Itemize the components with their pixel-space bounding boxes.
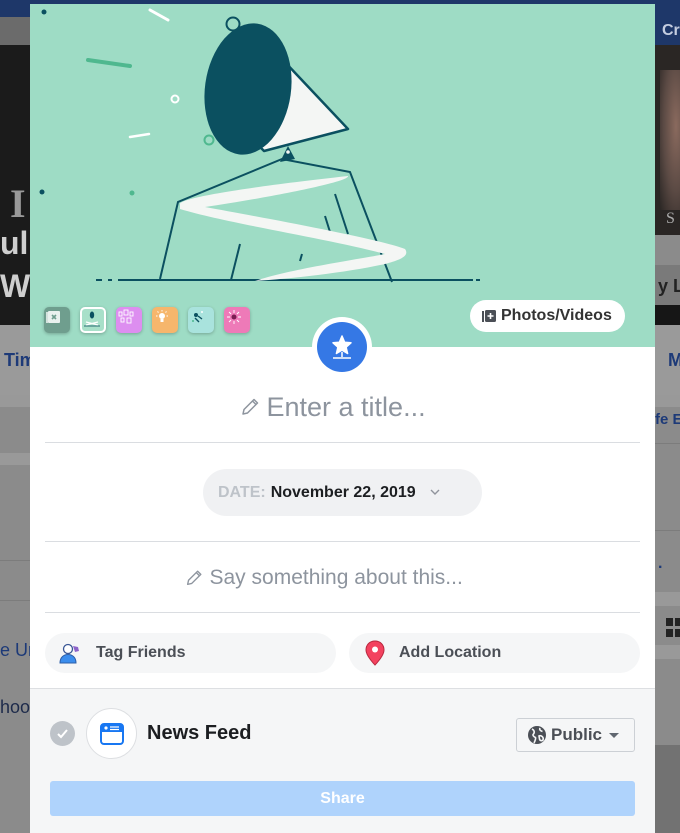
confetti-dot [41, 9, 47, 15]
confetti-ring [203, 134, 215, 146]
life-event-badge [312, 317, 372, 377]
grid-icon [666, 618, 680, 638]
globe-icon [528, 726, 546, 744]
tag-friends-button[interactable]: Tag Friends [45, 633, 336, 673]
bg-cover-line1: ul [0, 225, 29, 261]
stand-line [230, 243, 241, 281]
add-photo-icon [482, 310, 496, 322]
bg-line [0, 600, 30, 601]
bg-line [655, 530, 680, 531]
bg-cover-right-dark [655, 305, 680, 327]
title-input[interactable] [266, 391, 447, 423]
caret-down-icon [609, 732, 620, 738]
privacy-selector[interactable]: Public [516, 718, 635, 752]
bg-tab-right: M [668, 350, 680, 370]
pencil-icon [241, 398, 258, 415]
megaphone-icon [84, 311, 100, 327]
frames-icon [118, 309, 134, 324]
megaphone-neck [280, 146, 295, 162]
confetti-line [148, 8, 170, 22]
tag-friends-label: Tag Friends [96, 644, 186, 661]
share-button[interactable]: Share [50, 781, 635, 816]
bg-item-left-1: e Ur [0, 640, 30, 660]
pencil-icon [186, 570, 201, 586]
news-feed-checkbox[interactable] [50, 721, 75, 746]
sparkle-figure-icon [192, 311, 203, 323]
confetti-line [86, 58, 132, 68]
bg-line [0, 560, 30, 561]
bg-line [655, 443, 680, 444]
bg-cover-name: y Lo [658, 276, 680, 296]
template-megaphone[interactable] [80, 307, 106, 333]
privacy-label: Public [551, 725, 603, 744]
stand-line [324, 215, 331, 233]
title-field-row [30, 389, 655, 425]
location-pin-icon [365, 640, 385, 666]
photos-videos-label: Photos/Videos [501, 307, 612, 324]
template-starburst[interactable] [224, 307, 250, 333]
bg-item-right-2: . [658, 555, 663, 572]
badge-circle [317, 322, 367, 372]
bg-top-strip [0, 17, 30, 45]
life-event-dialog: Photos/Videos DATE: November 22, 2019 [30, 4, 655, 833]
bg-cover-caption: S [666, 210, 675, 227]
description-field-row [30, 563, 655, 593]
bg-band [0, 453, 30, 465]
bg-band [655, 645, 680, 659]
background-templates [44, 307, 250, 333]
date-label: DATE: [218, 483, 266, 501]
photos-videos-button[interactable]: Photos/Videos [470, 300, 625, 332]
date-value: November 22, 2019 [270, 483, 416, 501]
add-location-label: Add Location [399, 644, 502, 661]
starburst-icon [227, 310, 241, 324]
stand-line [334, 193, 349, 235]
template-frames[interactable] [116, 307, 142, 333]
chevron-down-icon [430, 489, 440, 495]
bg-band [0, 395, 30, 407]
news-feed-label: News Feed [147, 722, 252, 744]
confetti-dot [129, 190, 135, 196]
bg-bottom-right [655, 745, 680, 833]
confetti-line [128, 132, 151, 139]
description-input[interactable] [209, 566, 502, 590]
confetti-ring [170, 94, 180, 104]
news-feed-avatar [86, 708, 137, 759]
bg-tab-left: Tim [4, 350, 30, 370]
dialog-footer: News Feed Public Share [30, 688, 655, 833]
hero-illustration: Photos/Videos [30, 4, 655, 347]
divider [45, 612, 640, 613]
add-location-button[interactable]: Add Location [349, 633, 640, 673]
stand-line [299, 253, 303, 262]
template-sparkle-figure[interactable] [188, 307, 214, 333]
bg-band [655, 395, 680, 407]
checkmark-icon [57, 729, 68, 739]
divider [45, 541, 640, 542]
tag-friends-icon [59, 643, 79, 664]
divider [45, 442, 640, 443]
lightbulb-icon [156, 310, 168, 322]
megaphone-illustration [39, 8, 480, 283]
no-background-icon [46, 311, 60, 323]
bg-topbar-text: Cr [662, 22, 680, 39]
bg-cover-photo [660, 70, 680, 210]
bg-cover-line2: We [0, 268, 30, 304]
date-selector[interactable]: DATE: November 22, 2019 [203, 469, 482, 516]
news-feed-icon [99, 722, 124, 745]
star-milestone-icon [332, 335, 352, 359]
bg-item-right: fe E [655, 411, 680, 428]
confetti-dot [39, 189, 45, 195]
megaphone-bolt [286, 150, 290, 154]
bg-cover-letter: I [10, 181, 26, 226]
bg-item-left-2: hoo [0, 697, 30, 717]
bg-band [655, 592, 680, 606]
template-lightbulb[interactable] [152, 307, 178, 333]
template-no-background[interactable] [44, 307, 70, 333]
